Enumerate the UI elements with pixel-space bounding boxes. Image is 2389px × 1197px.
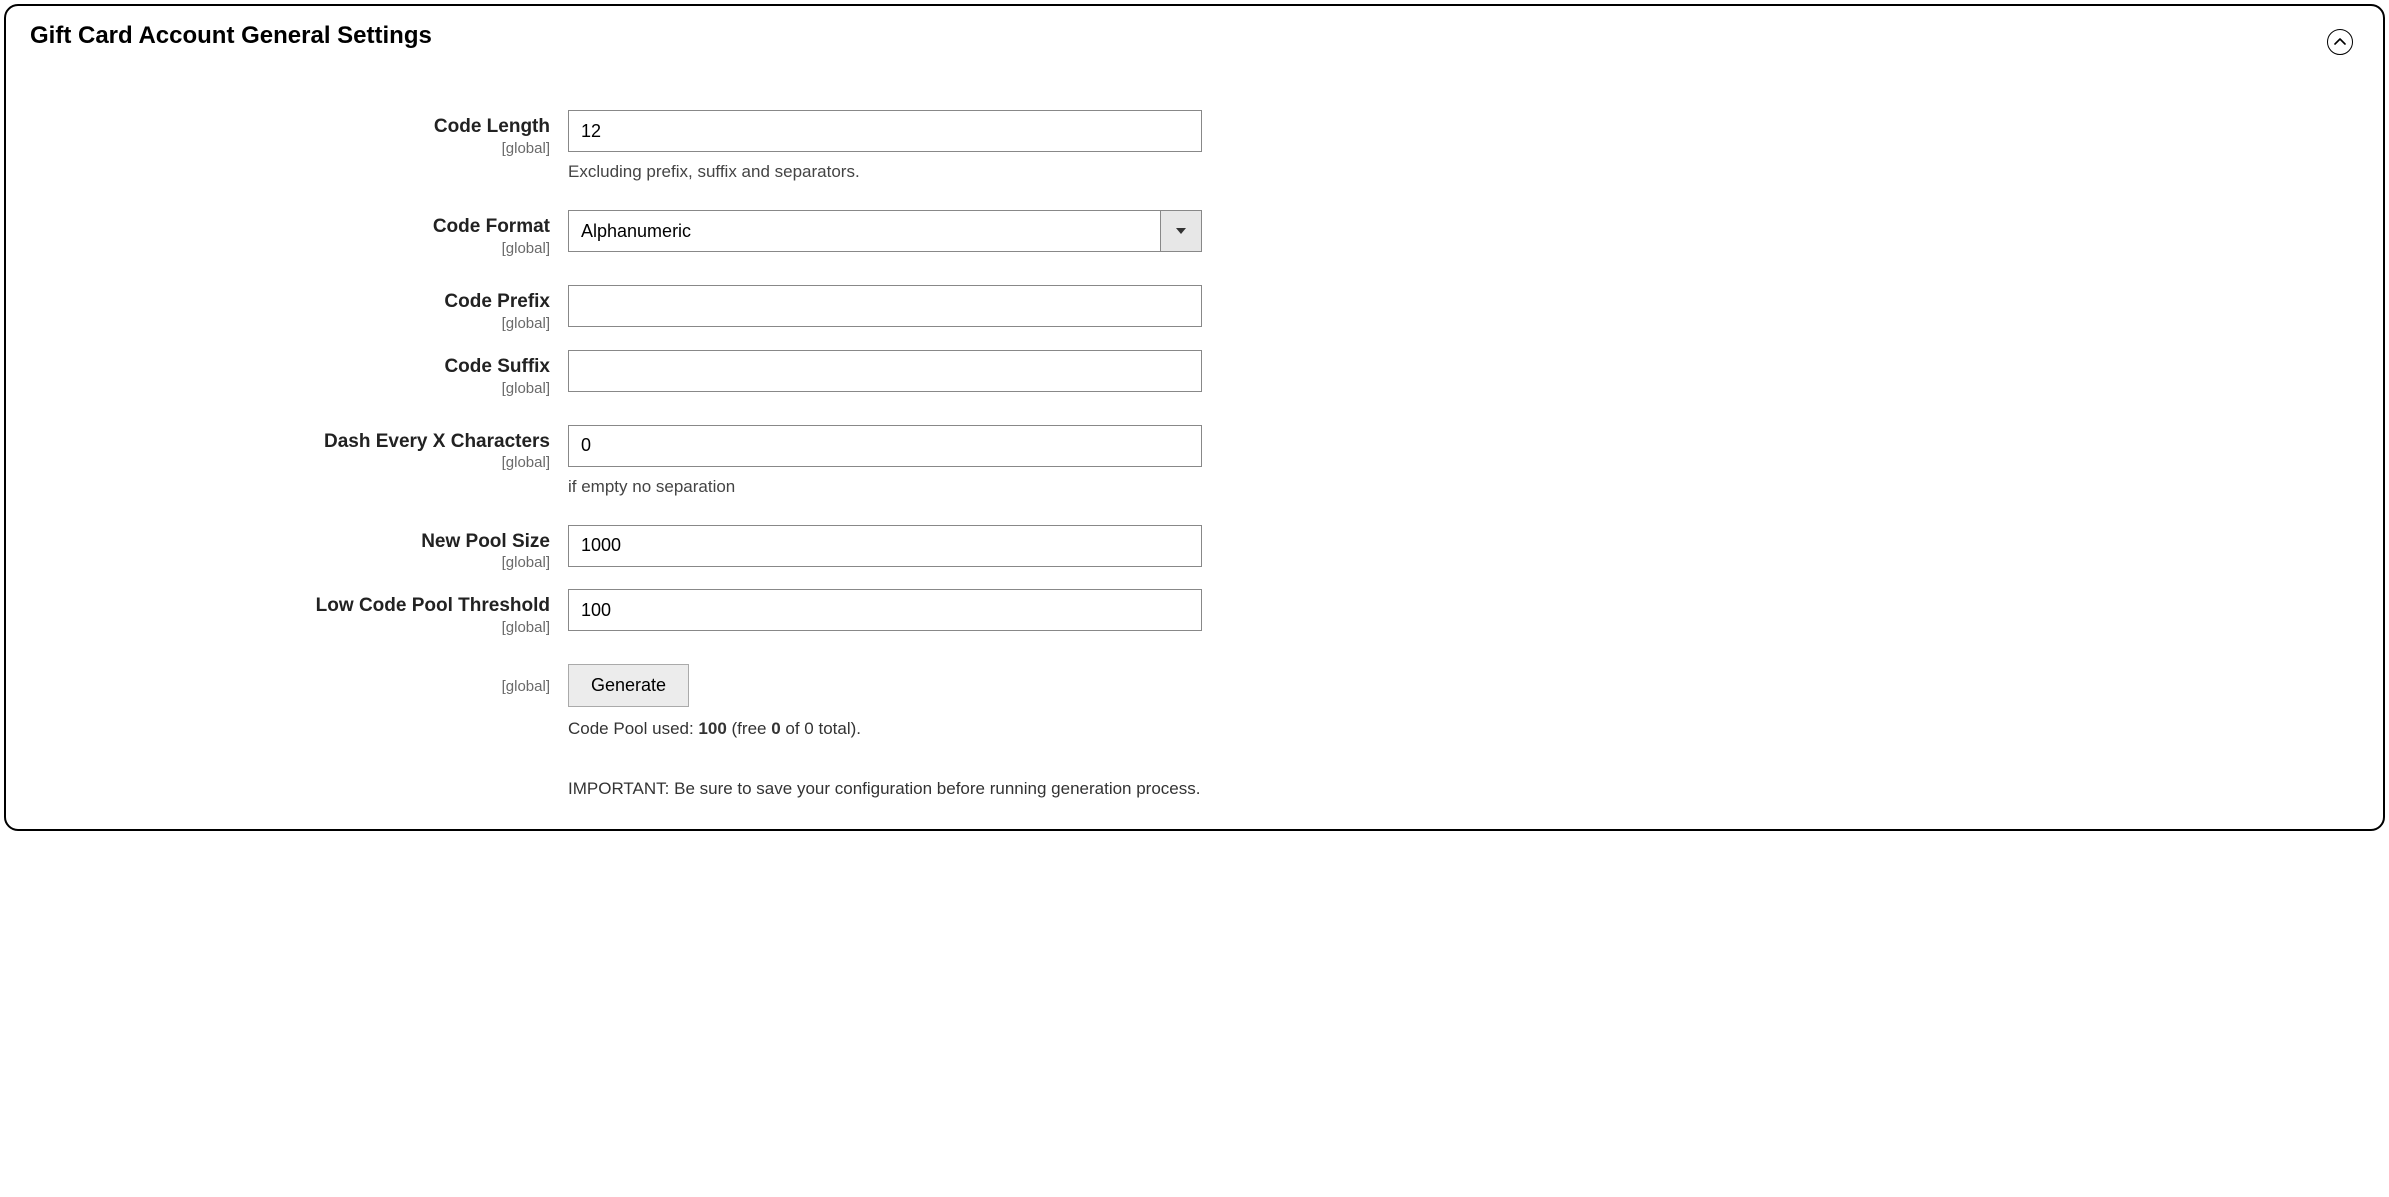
generate-button[interactable]: Generate <box>568 664 689 707</box>
label-col: [global] <box>30 664 550 695</box>
scope-label: [global] <box>30 240 550 257</box>
field-col <box>550 350 1210 392</box>
form-body: Code Length [global] Excluding prefix, s… <box>30 60 2359 799</box>
label-col: Code Length [global] <box>30 110 550 157</box>
field-col <box>550 589 1210 631</box>
row-low-threshold: Low Code Pool Threshold [global] <box>30 589 2359 636</box>
code-format-label: Code Format <box>30 216 550 238</box>
important-note: IMPORTANT: Be sure to save your configur… <box>568 779 1210 799</box>
status-used: 100 <box>698 719 726 738</box>
status-prefix: Code Pool used: <box>568 719 698 738</box>
dash-every-input[interactable] <box>568 425 1202 467</box>
code-length-input[interactable] <box>568 110 1202 152</box>
row-code-prefix: Code Prefix [global] <box>30 285 2359 332</box>
code-pool-status: Code Pool used: 100 (free 0 of 0 total). <box>568 719 1210 739</box>
row-generate: [global] Generate Code Pool used: 100 (f… <box>30 664 2359 799</box>
field-col: Alphanumeric <box>550 210 1210 252</box>
field-col: Excluding prefix, suffix and separators. <box>550 110 1210 182</box>
settings-panel: Gift Card Account General Settings Code … <box>4 4 2385 831</box>
code-length-label: Code Length <box>30 116 550 138</box>
scope-label: [global] <box>30 554 550 571</box>
code-prefix-label: Code Prefix <box>30 291 550 313</box>
collapse-toggle[interactable] <box>2327 29 2353 55</box>
label-col: Code Suffix [global] <box>30 350 550 397</box>
dash-every-label: Dash Every X Characters <box>30 431 550 453</box>
status-free: 0 <box>771 719 780 738</box>
row-new-pool-size: New Pool Size [global] <box>30 525 2359 572</box>
scope-label: [global] <box>30 380 550 397</box>
status-mid1: (free <box>727 719 771 738</box>
field-col: Generate Code Pool used: 100 (free 0 of … <box>550 664 1210 799</box>
panel-title: Gift Card Account General Settings <box>30 18 432 60</box>
row-code-suffix: Code Suffix [global] <box>30 350 2359 397</box>
dash-every-helper: if empty no separation <box>568 477 1210 497</box>
status-mid2: of 0 total). <box>781 719 861 738</box>
scope-label: [global] <box>30 454 550 471</box>
row-code-length: Code Length [global] Excluding prefix, s… <box>30 110 2359 182</box>
label-col: Code Format [global] <box>30 210 550 257</box>
chevron-up-icon <box>2334 38 2346 46</box>
scope-label: [global] <box>30 619 550 636</box>
code-format-select-wrap: Alphanumeric <box>568 210 1202 252</box>
row-dash-every: Dash Every X Characters [global] if empt… <box>30 425 2359 497</box>
code-suffix-input[interactable] <box>568 350 1202 392</box>
code-prefix-input[interactable] <box>568 285 1202 327</box>
label-col: Dash Every X Characters [global] <box>30 425 550 472</box>
panel-header: Gift Card Account General Settings <box>30 18 2359 60</box>
code-suffix-label: Code Suffix <box>30 356 550 378</box>
label-col: New Pool Size [global] <box>30 525 550 572</box>
field-col <box>550 285 1210 327</box>
low-threshold-label: Low Code Pool Threshold <box>30 595 550 617</box>
new-pool-size-input[interactable] <box>568 525 1202 567</box>
code-format-select[interactable]: Alphanumeric <box>568 210 1202 252</box>
field-col: if empty no separation <box>550 425 1210 497</box>
scope-label: [global] <box>30 140 550 157</box>
label-col: Low Code Pool Threshold [global] <box>30 589 550 636</box>
field-col <box>550 525 1210 567</box>
row-code-format: Code Format [global] Alphanumeric <box>30 210 2359 257</box>
low-threshold-input[interactable] <box>568 589 1202 631</box>
label-col: Code Prefix [global] <box>30 285 550 332</box>
scope-label: [global] <box>30 315 550 332</box>
code-length-helper: Excluding prefix, suffix and separators. <box>568 162 1210 182</box>
scope-label: [global] <box>30 678 550 695</box>
new-pool-size-label: New Pool Size <box>30 531 550 553</box>
